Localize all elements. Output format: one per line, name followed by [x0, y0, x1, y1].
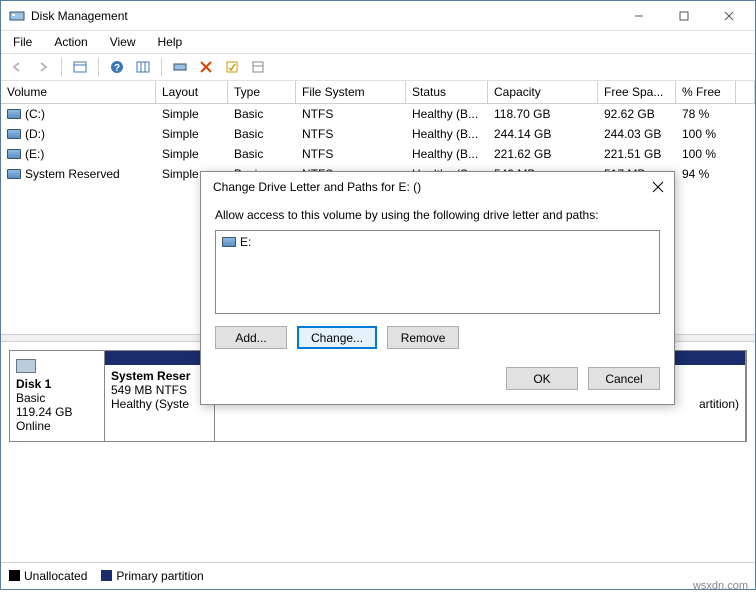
table-row[interactable]: (E:)SimpleBasicNTFSHealthy (B...221.62 G…: [1, 144, 755, 164]
toolbar: ?: [1, 53, 755, 81]
drive-icon: [7, 109, 21, 119]
svg-text:?: ?: [114, 63, 120, 74]
separator: [61, 58, 62, 76]
disk-state: Online: [16, 419, 51, 433]
close-button[interactable]: [706, 1, 751, 30]
column-headers: Volume Layout Type File System Status Ca…: [1, 81, 755, 104]
part-c-label: artition): [699, 397, 739, 411]
cancel-button[interactable]: Cancel: [588, 367, 660, 390]
window-title: Disk Management: [31, 9, 616, 23]
part-status: Healthy (Syste: [111, 397, 189, 411]
forward-icon[interactable]: [33, 57, 53, 77]
legend-primary: Primary partition: [101, 569, 203, 583]
disk-size: 119.24 GB: [16, 405, 72, 419]
disk-type: Basic: [16, 391, 45, 405]
remove-button[interactable]: Remove: [387, 326, 459, 349]
drive-icon: [7, 149, 21, 159]
drive-paths-list[interactable]: E:: [215, 230, 660, 314]
col-pctfree[interactable]: % Free: [676, 81, 736, 103]
dialog-titlebar[interactable]: Change Drive Letter and Paths for E: (): [201, 172, 674, 202]
disk-name: Disk 1: [16, 377, 51, 391]
volume-list: Volume Layout Type File System Status Ca…: [1, 81, 755, 184]
disk-icon: [16, 359, 36, 373]
partition-system-reserved[interactable]: System Reser 549 MB NTFS Healthy (Syste: [105, 351, 215, 441]
drive-icon: [7, 129, 21, 139]
col-capacity[interactable]: Capacity: [488, 81, 598, 103]
part-size: 549 MB NTFS: [111, 383, 187, 397]
menu-file[interactable]: File: [9, 33, 36, 51]
drive-icon: [222, 237, 236, 247]
table-row[interactable]: (D:)SimpleBasicNTFSHealthy (B...244.14 G…: [1, 124, 755, 144]
app-icon: [9, 8, 25, 24]
add-button[interactable]: Add...: [215, 326, 287, 349]
menu-view[interactable]: View: [106, 33, 140, 51]
dialog-message: Allow access to this volume by using the…: [215, 208, 660, 222]
minimize-button[interactable]: [616, 1, 661, 30]
col-spacer: [736, 81, 755, 103]
col-layout[interactable]: Layout: [156, 81, 228, 103]
maximize-button[interactable]: [661, 1, 706, 30]
table-view-icon[interactable]: [133, 57, 153, 77]
drive-icon: [7, 169, 21, 179]
legend-unallocated: Unallocated: [9, 569, 87, 583]
dialog-title: Change Drive Letter and Paths for E: (): [213, 180, 652, 194]
delete-icon[interactable]: [196, 57, 216, 77]
col-filesystem[interactable]: File System: [296, 81, 406, 103]
change-drive-letter-dialog: Change Drive Letter and Paths for E: () …: [200, 171, 675, 405]
separator: [161, 58, 162, 76]
help-icon[interactable]: ?: [107, 57, 127, 77]
properties-icon[interactable]: [222, 57, 242, 77]
show-hide-console-icon[interactable]: [70, 57, 90, 77]
refresh-icon[interactable]: [248, 57, 268, 77]
table-row[interactable]: (C:)SimpleBasicNTFSHealthy (B...118.70 G…: [1, 104, 755, 124]
back-icon[interactable]: [7, 57, 27, 77]
change-button[interactable]: Change...: [297, 326, 377, 349]
legend: Unallocated Primary partition: [1, 562, 755, 589]
menu-action[interactable]: Action: [50, 33, 91, 51]
col-freespace[interactable]: Free Spa...: [598, 81, 676, 103]
col-type[interactable]: Type: [228, 81, 296, 103]
part-title: System Reser: [111, 369, 190, 383]
titlebar[interactable]: Disk Management: [1, 1, 755, 31]
disk-header[interactable]: Disk 1 Basic 119.24 GB Online: [9, 350, 105, 442]
separator: [98, 58, 99, 76]
dialog-close-icon[interactable]: [652, 181, 664, 193]
col-volume[interactable]: Volume: [1, 81, 156, 103]
col-status[interactable]: Status: [406, 81, 488, 103]
ok-button[interactable]: OK: [506, 367, 578, 390]
menubar: File Action View Help: [1, 31, 755, 53]
drive-path-entry[interactable]: E:: [240, 235, 251, 249]
menu-help[interactable]: Help: [154, 33, 187, 51]
disk-list-icon[interactable]: [170, 57, 190, 77]
watermark: wsxdn.com: [693, 580, 748, 592]
